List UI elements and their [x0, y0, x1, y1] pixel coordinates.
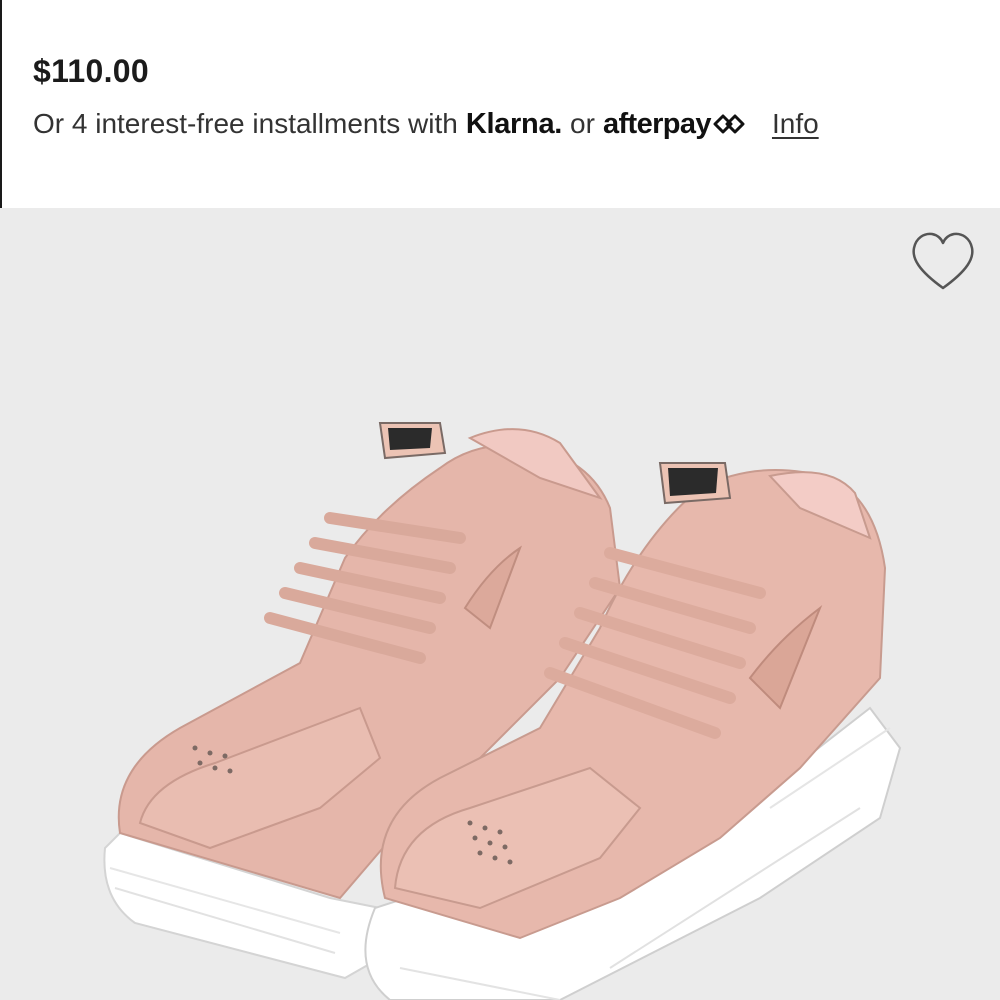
- product-price: $110.00: [33, 53, 150, 89]
- installments-text: Or 4 interest-free installments with: [33, 108, 458, 139]
- installments-line: Or 4 interest-free installments with Kla…: [33, 104, 993, 144]
- afterpay-label: afterpay: [602, 108, 712, 140]
- klarna-logo: Klarna.: [465, 108, 563, 140]
- left-edge-rule: [0, 0, 2, 210]
- price-block: $110.00 Or 4 interest-free installments …: [33, 50, 993, 144]
- or-text: or: [570, 108, 595, 139]
- afterpay-logo: afterpay: [603, 104, 746, 144]
- sneakers-image: [103, 422, 902, 1000]
- info-link[interactable]: Info: [772, 104, 819, 144]
- product-image: [0, 208, 1000, 1000]
- afterpay-arrows-icon: [713, 114, 745, 134]
- heart-outline-icon[interactable]: [908, 228, 978, 298]
